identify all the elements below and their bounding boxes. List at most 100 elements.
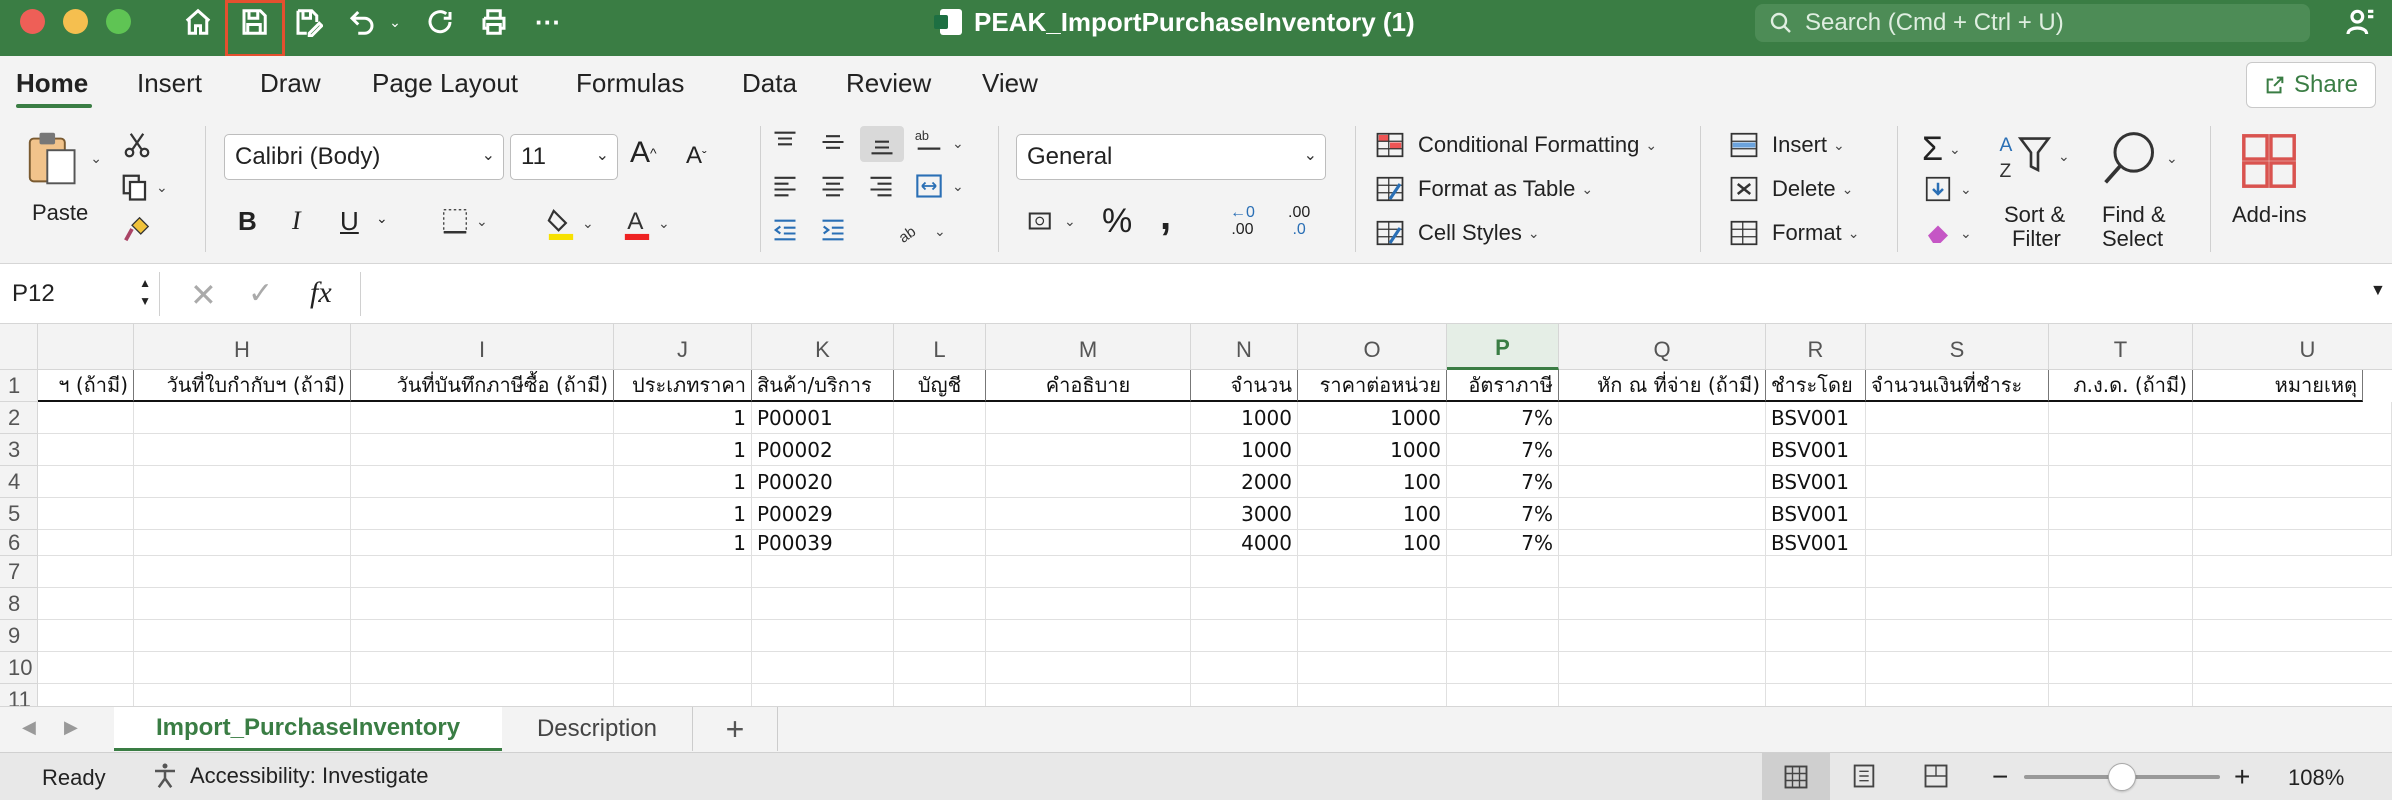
- normal-view-icon[interactable]: [1762, 753, 1830, 800]
- sheet-tab-import-purchaseinventory[interactable]: Import_PurchaseInventory: [114, 707, 502, 751]
- cell[interactable]: [2193, 434, 2392, 466]
- name-box-stepper-icon[interactable]: ▲ ▼: [139, 274, 151, 310]
- cell[interactable]: [1559, 434, 1766, 466]
- previous-sheet-icon[interactable]: ◀: [22, 717, 36, 738]
- header-cell-j[interactable]: ประเภทราคา: [614, 370, 752, 402]
- row-header[interactable]: 1: [0, 370, 38, 402]
- cell-tax-rate[interactable]: 7%: [1447, 466, 1559, 498]
- cell[interactable]: [2193, 466, 2392, 498]
- underline-chevron-down-icon[interactable]: ⌄: [376, 210, 388, 227]
- select-all-corner[interactable]: [0, 324, 38, 370]
- cell-quantity[interactable]: 1000: [1191, 402, 1298, 434]
- header-cell-p[interactable]: อัตราภาษี: [1447, 370, 1559, 402]
- zoom-slider-thumb[interactable]: [2108, 763, 2136, 791]
- cell[interactable]: [351, 530, 614, 556]
- cell[interactable]: [2049, 466, 2193, 498]
- tab-view[interactable]: View: [982, 68, 1038, 99]
- tab-data[interactable]: Data: [742, 68, 797, 99]
- cell-tax-rate[interactable]: 7%: [1447, 402, 1559, 434]
- cell[interactable]: [1866, 402, 2049, 434]
- column-header-j[interactable]: J: [614, 324, 752, 370]
- header-cell-u[interactable]: หมายเหตุ: [2193, 370, 2363, 402]
- redo-icon[interactable]: [422, 6, 458, 38]
- header-cell-q[interactable]: หัก ณ ที่จ่าย (ถ้ามี): [1559, 370, 1766, 402]
- cell[interactable]: [1559, 498, 1766, 530]
- increase-decimal-icon[interactable]: ←0.00: [1230, 204, 1255, 238]
- tab-home[interactable]: Home: [16, 68, 88, 99]
- column-header-g[interactable]: [38, 324, 134, 370]
- cell[interactable]: [2193, 402, 2392, 434]
- cell[interactable]: [134, 498, 351, 530]
- cell-unit-price[interactable]: 100: [1298, 530, 1447, 556]
- increase-indent-icon[interactable]: [818, 216, 848, 244]
- align-center-icon[interactable]: [818, 172, 848, 200]
- cell-paid-by[interactable]: BSV001: [1766, 530, 1866, 556]
- zoom-out-button[interactable]: −: [1992, 761, 2008, 793]
- cell[interactable]: [38, 402, 134, 434]
- column-header-l[interactable]: L: [894, 324, 986, 370]
- column-header-p[interactable]: P: [1447, 324, 1559, 370]
- decrease-indent-icon[interactable]: [770, 216, 800, 244]
- cell[interactable]: [2049, 434, 2193, 466]
- cell[interactable]: [986, 402, 1191, 434]
- font-name-select[interactable]: Calibri (Body) ⌄: [224, 134, 504, 180]
- enter-formula-icon[interactable]: ✓: [248, 276, 273, 311]
- column-header-n[interactable]: N: [1191, 324, 1298, 370]
- italic-button[interactable]: I: [292, 206, 301, 236]
- sort-filter-label-1[interactable]: Sort &: [2004, 202, 2065, 228]
- cell[interactable]: [894, 402, 986, 434]
- cell[interactable]: [134, 402, 351, 434]
- format-painter-icon[interactable]: [122, 214, 152, 244]
- cell-paid-by[interactable]: BSV001: [1766, 466, 1866, 498]
- middle-align-icon[interactable]: [818, 128, 848, 156]
- header-cell-h[interactable]: วันที่ใบกำกับฯ (ถ้ามี): [134, 370, 351, 402]
- cell[interactable]: [2049, 530, 2193, 556]
- find-select-icon[interactable]: ⌄: [2100, 128, 2178, 188]
- zoom-in-button[interactable]: +: [2234, 761, 2250, 793]
- next-sheet-icon[interactable]: ▶: [64, 717, 78, 738]
- column-header-s[interactable]: S: [1866, 324, 2049, 370]
- cell-product-code[interactable]: P00029: [752, 498, 894, 530]
- column-header-o[interactable]: O: [1298, 324, 1447, 370]
- cell[interactable]: [1559, 530, 1766, 556]
- worksheet-grid[interactable]: H I J K L M N O P Q R S T U 1 2 3 4 5 6 …: [0, 324, 2392, 706]
- paste-icon[interactable]: ⌄: [22, 128, 102, 188]
- header-cell-n[interactable]: จำนวน: [1191, 370, 1298, 402]
- row-header[interactable]: 8: [0, 588, 38, 620]
- cell[interactable]: [986, 530, 1191, 556]
- cell-product-code[interactable]: P00002: [752, 434, 894, 466]
- cell[interactable]: [134, 434, 351, 466]
- cell-product-code[interactable]: P00001: [752, 402, 894, 434]
- copy-icon[interactable]: ⌄: [120, 172, 168, 202]
- column-header-i[interactable]: I: [351, 324, 614, 370]
- tab-draw[interactable]: Draw: [260, 68, 321, 99]
- tab-review[interactable]: Review: [846, 68, 931, 99]
- cell-unit-price[interactable]: 1000: [1298, 402, 1447, 434]
- clear-icon[interactable]: ⌄: [1922, 218, 1972, 248]
- fill-color-icon[interactable]: ⌄: [546, 206, 594, 240]
- bold-button[interactable]: B: [238, 206, 257, 237]
- font-color-icon[interactable]: A ⌄: [622, 206, 670, 240]
- close-window-button[interactable]: [20, 9, 45, 34]
- cell-quantity[interactable]: 2000: [1191, 466, 1298, 498]
- cell-unit-price[interactable]: 100: [1298, 498, 1447, 530]
- top-align-icon[interactable]: [770, 128, 800, 156]
- sort-filter-icon[interactable]: AZ ⌄: [1996, 128, 2070, 184]
- tab-formulas[interactable]: Formulas: [576, 68, 684, 99]
- row-header[interactable]: 10: [0, 652, 38, 684]
- cell[interactable]: [894, 466, 986, 498]
- cancel-formula-icon[interactable]: ✕: [190, 276, 217, 314]
- orientation-icon[interactable]: ab ⌄: [912, 126, 964, 160]
- cut-icon[interactable]: [122, 130, 152, 160]
- row-header[interactable]: 2: [0, 402, 38, 434]
- align-left-icon[interactable]: [770, 172, 800, 200]
- cell-paid-by[interactable]: BSV001: [1766, 498, 1866, 530]
- cell[interactable]: [986, 434, 1191, 466]
- cell-quantity[interactable]: 4000: [1191, 530, 1298, 556]
- conditional-formatting-button[interactable]: Conditional Formatting ⌄: [1374, 130, 1657, 160]
- cell[interactable]: [351, 498, 614, 530]
- font-size-select[interactable]: 11 ⌄: [510, 134, 618, 180]
- cell[interactable]: [2193, 530, 2392, 556]
- cell[interactable]: [1866, 498, 2049, 530]
- header-cell-k[interactable]: สินค้า/บริการ: [752, 370, 894, 402]
